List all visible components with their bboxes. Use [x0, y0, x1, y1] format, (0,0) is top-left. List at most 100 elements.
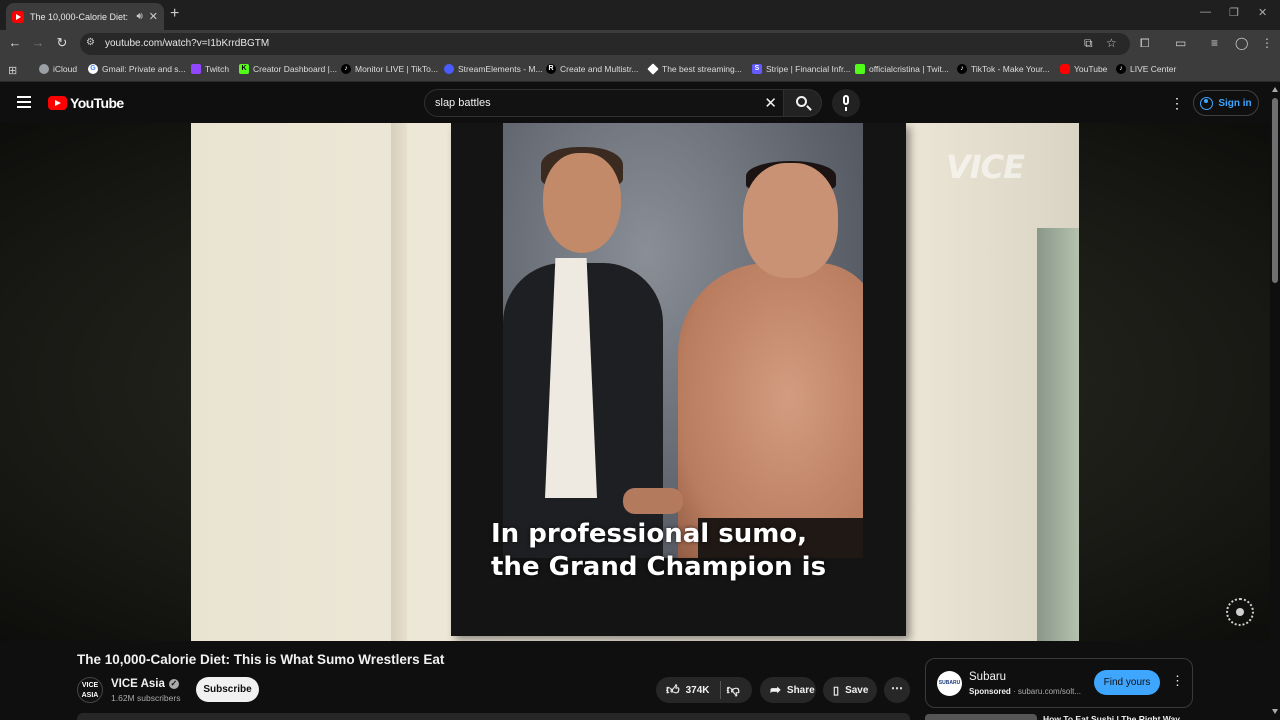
google-icon: G: [88, 64, 98, 74]
dislike-icon[interactable]: 👎︎: [727, 682, 740, 698]
tiktok-icon: ♪: [1116, 64, 1126, 74]
page-scrollbar[interactable]: [1270, 83, 1280, 720]
browser-tab-strip: The 10,000-Calorie Diet: Th 🔊︎ ✕ + — ❐ ✕: [0, 0, 1280, 30]
video-title: The 10,000-Calorie Diet: This is What Su…: [77, 652, 445, 667]
verified-check-icon: ✓: [168, 679, 179, 689]
voice-search-button[interactable]: [832, 89, 860, 117]
kick-icon: K: [239, 64, 249, 74]
youtube-favicon-icon: [12, 10, 24, 23]
browser-tab-active[interactable]: The 10,000-Calorie Diet: Th 🔊︎ ✕: [6, 3, 164, 30]
bookmark-creator-dashboard[interactable]: K Creator Dashboard |...: [239, 64, 337, 74]
tab-title: The 10,000-Calorie Diet: Th: [30, 11, 131, 22]
bookmarks-bar: ⊞ iCloud G Gmail: Private and s... Twitch…: [0, 58, 1280, 82]
media-control-icon[interactable]: ≡: [1211, 36, 1218, 50]
reload-icon[interactable]: ↻: [53, 35, 71, 51]
new-tab-button[interactable]: +: [170, 5, 179, 23]
bookmark-youtube[interactable]: YouTube: [1060, 64, 1107, 74]
twitch-icon: [191, 64, 201, 74]
subscribe-button[interactable]: Subscribe: [196, 677, 259, 702]
scroll-up-icon[interactable]: [1272, 87, 1278, 92]
bookmark-live-center[interactable]: ♪ LIVE Center: [1116, 64, 1176, 74]
settings-menu-icon[interactable]: ⋮: [1170, 95, 1184, 112]
channel-avatar[interactable]: VICE ASIA: [77, 677, 103, 703]
bookmark-gmail[interactable]: G Gmail: Private and s...: [88, 64, 186, 74]
diamond-icon: [647, 63, 659, 75]
vice-watermark: VICE: [946, 148, 1025, 186]
ad-menu-icon[interactable]: ⋮: [1171, 673, 1184, 689]
like-count[interactable]: 374K: [686, 685, 710, 696]
kick-icon: [855, 64, 865, 74]
close-window-icon[interactable]: ✕: [1258, 6, 1267, 19]
scroll-thumb[interactable]: [1272, 98, 1278, 283]
bookmark-stripe[interactable]: S Stripe | Financial Infr...: [752, 64, 850, 74]
caption-line-1: In professional sumo,: [491, 519, 808, 549]
search-query-text: slap battles: [435, 97, 491, 109]
clear-search-icon[interactable]: ✕: [764, 94, 777, 112]
description-box[interactable]: [77, 713, 910, 720]
bookmark-star-icon[interactable]: ☆: [1106, 36, 1117, 50]
video-captions: In professional sumo, the Grand Champion…: [491, 518, 827, 584]
tiktok-icon: ♪: [957, 64, 967, 74]
side-panel-icon[interactable]: ▭: [1175, 36, 1186, 50]
save-button[interactable]: ▯ Save: [823, 677, 877, 703]
ad-advertiser: Subaru: [969, 671, 1007, 683]
microphone-icon: [843, 95, 849, 105]
youtube-icon: [1060, 64, 1070, 74]
bookmark-monitor-live[interactable]: ♪ Monitor LIVE | TikTo...: [341, 64, 438, 74]
back-icon[interactable]: ←: [6, 35, 24, 50]
youtube-header: YouTube slap battles ✕ ⋮ Sign in: [0, 83, 1280, 123]
install-app-icon[interactable]: ⧉: [1084, 36, 1093, 51]
menu-icon[interactable]: [17, 96, 31, 108]
browser-toolbar: ← → ↻ ⚙︎ youtube.com/watch?v=I1bKrrdBGTM…: [0, 30, 1280, 58]
forward-icon[interactable]: →: [29, 35, 47, 50]
streamelements-icon: [444, 64, 454, 74]
address-bar[interactable]: ⚙︎ youtube.com/watch?v=I1bKrrdBGTM: [80, 33, 1130, 55]
tiktok-icon: ♪: [341, 64, 351, 74]
caption-line-2: the Grand Champion is: [491, 552, 827, 582]
bookmark-restream[interactable]: R Create and Multistr...: [546, 64, 638, 74]
sponsored-ad-card[interactable]: SUBARU Subaru Sponsored · subaru.com/sol…: [925, 658, 1193, 708]
bookmark-icloud[interactable]: iCloud: [39, 64, 77, 74]
close-tab-icon[interactable]: ✕: [149, 10, 158, 23]
chrome-menu-icon[interactable]: ⋮: [1261, 36, 1273, 50]
search-button[interactable]: [784, 89, 822, 117]
search-icon: [796, 96, 807, 107]
bookmark-streaming[interactable]: The best streaming...: [647, 63, 742, 75]
youtube-logo[interactable]: YouTube: [48, 95, 124, 111]
subscribe-watermark-icon[interactable]: [1226, 598, 1254, 626]
speaker-icon[interactable]: 🔊︎: [136, 11, 142, 22]
bookmark-officialcristina[interactable]: officialcristina | Twit...: [855, 64, 949, 74]
find-yours-button[interactable]: Find yours: [1094, 670, 1160, 695]
url-text: youtube.com/watch?v=I1bKrrdBGTM: [105, 38, 270, 49]
search-input[interactable]: slap battles ✕: [424, 89, 784, 117]
apps-grid-icon[interactable]: ⊞: [8, 64, 17, 77]
channel-name[interactable]: VICE Asia ✓: [111, 678, 179, 690]
bookmark-twitch[interactable]: Twitch: [191, 64, 229, 74]
scroll-down-icon[interactable]: [1272, 709, 1278, 714]
profile-icon[interactable]: ◯: [1235, 36, 1248, 50]
more-actions-button[interactable]: ⋯: [884, 677, 910, 703]
extensions-icon[interactable]: ⧠: [1140, 36, 1150, 51]
ad-meta: Sponsored · subaru.com/solt...: [969, 687, 1082, 696]
bookmark-tiktok[interactable]: ♪ TikTok - Make Your...: [957, 64, 1050, 74]
subaru-logo: SUBARU: [937, 671, 962, 696]
share-button[interactable]: ➦ Share: [760, 677, 816, 703]
share-icon: ➦: [770, 682, 781, 697]
bookmark-streamelements[interactable]: StreamElements - M...: [444, 64, 543, 74]
stripe-icon: S: [752, 64, 762, 74]
like-dislike-group: 👍︎ 374K 👎︎: [656, 677, 752, 703]
account-icon: [1200, 96, 1214, 110]
site-info-icon[interactable]: ⚙︎: [86, 37, 95, 48]
like-icon[interactable]: 👍︎: [666, 682, 680, 698]
subscriber-count: 1.62M subscribers: [111, 693, 181, 703]
minimize-window-icon[interactable]: —: [1200, 6, 1211, 18]
icloud-icon: [39, 64, 49, 74]
sign-in-button[interactable]: Sign in: [1193, 90, 1259, 116]
save-playlist-icon: ▯: [833, 684, 840, 697]
video-frame: VICE In professional sumo, the Grand Cha…: [191, 123, 1079, 641]
youtube-play-icon: [48, 96, 67, 110]
video-player[interactable]: VICE In professional sumo, the Grand Cha…: [0, 123, 1270, 641]
maximize-window-icon[interactable]: ❐: [1229, 6, 1239, 19]
next-video-thumbnail[interactable]: [925, 714, 1037, 720]
next-video-title[interactable]: How To Eat Sushi | The Right Way...: [1043, 714, 1186, 720]
